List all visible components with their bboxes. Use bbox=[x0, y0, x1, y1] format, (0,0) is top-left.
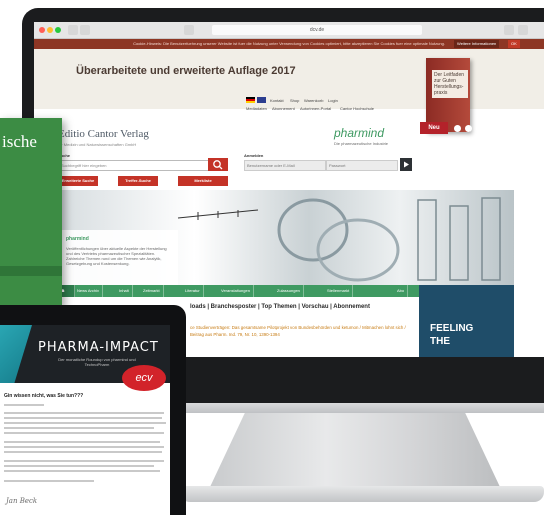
hit-search-button[interactable]: Treffer-Suche bbox=[118, 176, 158, 186]
nav-item-abo[interactable]: Abo bbox=[394, 285, 409, 297]
login-submit-button[interactable] bbox=[400, 158, 412, 171]
hero-card-title: pharmind bbox=[66, 236, 89, 242]
text-line bbox=[4, 470, 160, 472]
address-bar[interactable]: dcv.de bbox=[212, 25, 422, 35]
news-teaser[interactable]: ce Studienverträgen: Das gesamtsame Pilo… bbox=[190, 324, 420, 338]
search-input[interactable]: Suchbegriff hier eingeben bbox=[58, 160, 212, 171]
forward-icon[interactable] bbox=[80, 25, 90, 35]
german-flag-icon[interactable] bbox=[246, 97, 255, 103]
text-line bbox=[4, 460, 164, 462]
cookie-notice-text: Cookie-Hinweis: Die Benutzerfuehrung uns… bbox=[133, 41, 445, 46]
magazine-title: ische bbox=[2, 132, 37, 151]
back-icon[interactable] bbox=[68, 25, 78, 35]
text-line bbox=[4, 412, 164, 414]
nav-item-zeitmarkt[interactable]: Zeitmarkt bbox=[140, 285, 164, 297]
search-icon bbox=[213, 160, 223, 170]
sub-link-hochschule[interactable]: Cantor Hochschule bbox=[340, 106, 374, 111]
text-line bbox=[4, 480, 94, 482]
sub-link-mediadaten[interactable]: Mediadaten bbox=[246, 106, 267, 111]
pharmind-subtitle: Die pharmazeutische Industrie bbox=[334, 141, 389, 146]
text-line bbox=[4, 427, 154, 429]
text-line bbox=[4, 404, 44, 406]
nav-item-inhalt[interactable]: Inhalt bbox=[116, 285, 133, 297]
sidebar-icon[interactable] bbox=[184, 25, 194, 35]
search-button[interactable] bbox=[208, 158, 228, 171]
text-line bbox=[4, 417, 162, 419]
promo-line-1: FEELING bbox=[430, 323, 474, 334]
password-input[interactable]: Passwort bbox=[326, 160, 398, 171]
maximize-window-icon[interactable] bbox=[55, 27, 61, 33]
english-flag-icon[interactable] bbox=[257, 97, 266, 103]
new-badge: Neu bbox=[420, 122, 448, 134]
carousel-dot[interactable] bbox=[465, 125, 472, 132]
username-input[interactable]: Benutzername oder E-Mail bbox=[244, 160, 326, 171]
monitor-stand-base bbox=[180, 486, 544, 502]
monitor-stand bbox=[210, 413, 500, 487]
book-cover-label: Der Leitfaden zur Guten Herstellungs-pra… bbox=[432, 70, 468, 98]
banner-title: Überarbeitete und erweiterte Auflage 201… bbox=[76, 65, 296, 77]
top-link-login[interactable]: Login bbox=[328, 98, 338, 103]
text-line bbox=[4, 446, 164, 448]
nav-item-stellenmarkt[interactable]: Stellenmarkt bbox=[324, 285, 354, 297]
carousel-dot[interactable] bbox=[487, 125, 494, 132]
publisher-subtitle: für Medizin und Naturwissenschaften GmbH bbox=[58, 142, 137, 147]
signature: Jan Beck bbox=[6, 497, 38, 505]
hero-card-text: Veröffentlichungen über aktuelle Aspekte… bbox=[66, 246, 167, 266]
text-line bbox=[4, 432, 164, 434]
newsletter-heading: Gin wissen nicht, was Sie tun??? bbox=[4, 393, 84, 399]
minimize-window-icon[interactable] bbox=[47, 27, 53, 33]
tabs-icon[interactable] bbox=[518, 25, 528, 35]
text-line bbox=[4, 422, 166, 424]
carousel-dot[interactable] bbox=[476, 125, 483, 132]
magazine-strip bbox=[0, 266, 62, 276]
sub-link-abonnement[interactable]: Abonnement bbox=[272, 106, 295, 111]
content-link-row[interactable]: loads | Branchesposter | Top Themen | Vo… bbox=[190, 304, 370, 310]
newsletter-subtitle: Der monatliche Roundup von pharmind und … bbox=[58, 357, 136, 367]
nav-item-veranstaltungen[interactable]: Veranstaltungen bbox=[218, 285, 254, 297]
close-window-icon[interactable] bbox=[39, 27, 45, 33]
top-link-kontakt[interactable]: Kontakt bbox=[270, 98, 284, 103]
browser-toolbar: dcv.de bbox=[34, 22, 544, 39]
newsletter-title: PHARMA-IMPACT bbox=[38, 340, 159, 355]
text-line bbox=[4, 441, 160, 443]
advanced-search-button[interactable]: Erweiterte Suche bbox=[58, 176, 98, 186]
text-line bbox=[4, 451, 162, 453]
nav-item-news-archiv[interactable]: News Archiv bbox=[74, 285, 104, 297]
cookie-more-button[interactable]: Weitere Informationen bbox=[454, 40, 500, 48]
top-link-shop[interactable]: Shop bbox=[290, 98, 299, 103]
text-line bbox=[4, 465, 154, 467]
login-label: Anmelden bbox=[244, 153, 264, 158]
nav-item-literatur[interactable]: Literatur bbox=[182, 285, 204, 297]
watchlist-button[interactable]: Merkliste bbox=[178, 176, 228, 186]
nav-item-zulassungen[interactable]: Zulassungen bbox=[274, 285, 304, 297]
cookie-ok-button[interactable]: OK bbox=[508, 40, 520, 48]
carousel-dot[interactable] bbox=[454, 125, 461, 132]
ecv-logo: ecv bbox=[122, 365, 166, 391]
play-arrow-icon bbox=[404, 161, 409, 168]
share-icon[interactable] bbox=[504, 25, 514, 35]
pharmind-logo[interactable]: pharmind bbox=[334, 126, 384, 140]
promo-line-2: THE bbox=[430, 336, 450, 347]
publisher-logo-text[interactable]: Editio Cantor Verlag bbox=[58, 128, 149, 140]
sub-link-autoren[interactable]: Autorinnen-Portal bbox=[300, 106, 331, 111]
top-link-warenkorb[interactable]: Warenkorb bbox=[304, 98, 323, 103]
